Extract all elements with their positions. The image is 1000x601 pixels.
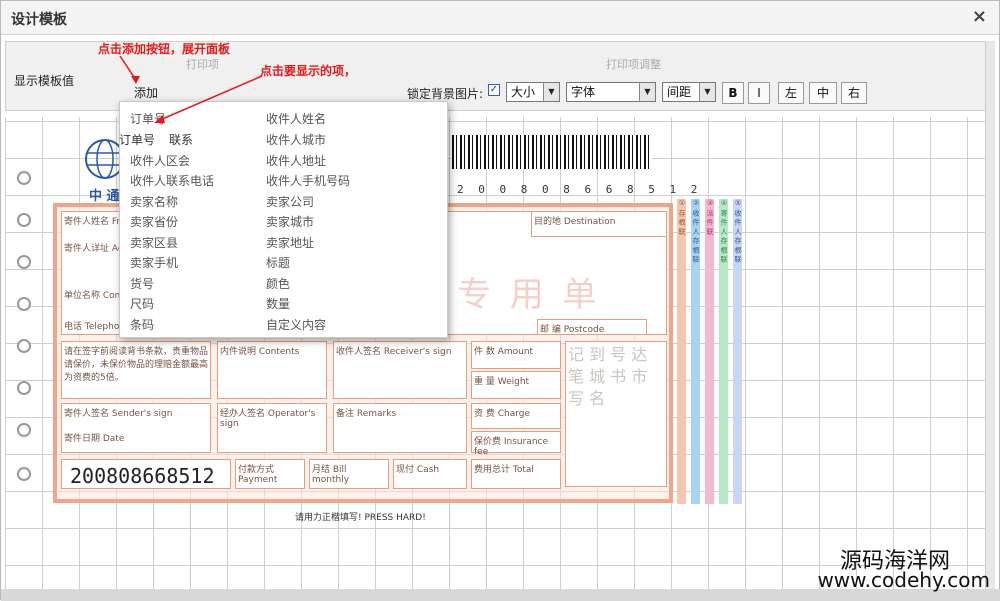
notice-box: 请在签字前阅读背书条款，贵重物品请保价，未保价物品的理赔金额最高为资费的5倍。 [61, 341, 211, 399]
punch-hole [17, 213, 31, 227]
panel-item[interactable]: 卖家省份 [130, 213, 178, 230]
tracking-number: 200808668512 [61, 459, 231, 489]
payment-label: 付款方式 Payment [235, 459, 305, 489]
punch-hole [17, 467, 31, 481]
press-hard-note: 请用力正楷填写! PRESS HARD! [295, 513, 426, 523]
insurance-label: 保价费 Insurance fee [471, 431, 561, 457]
panel-item[interactable]: 标题 [266, 254, 290, 271]
panel-item[interactable]: 尺码 [130, 295, 154, 312]
annotation-arrows [119, 55, 263, 123]
watermark-url: www.codehy.com [817, 568, 990, 592]
panel-item[interactable]: 条码 [130, 316, 154, 333]
copy-stripe-label: ② 收 件 人 存 根 联 [692, 199, 700, 263]
panel-item[interactable]: 货号 [130, 275, 154, 292]
copy-stripe: ③ 派 件 联 [705, 199, 714, 504]
date-label: 寄件日期 Date [64, 434, 125, 444]
receiver-postcode-label: 邮 编 Postcode [537, 319, 647, 335]
total-label: 费用总计 Total [471, 459, 561, 489]
copy-stripe-label: ① 存 根 联 [678, 199, 686, 235]
contents-label: 内件说明 Contents [217, 341, 327, 399]
sender-sign-text: 寄件人签名 Sender's sign [64, 409, 173, 419]
cash-label: 现付 Cash [393, 459, 467, 489]
amount-label: 件 数 Amount [471, 341, 561, 369]
panel-item[interactable]: 自定义内容 [266, 316, 326, 333]
copy-stripe-label: ④ 寄 件 人 存 根 联 [720, 199, 728, 263]
handwriting-area: 记 到 号 达 笔 城 书 市 写 名 [565, 341, 667, 487]
sender-sign-label: 寄件人签名 Sender's sign 寄件日期 Date [61, 403, 211, 453]
charge-label: 资 费 Charge [471, 403, 561, 429]
destination-label: 目的地 Destination [531, 211, 667, 237]
punch-hole [17, 339, 31, 353]
punch-hole [17, 297, 31, 311]
panel-item[interactable]: 数量 [266, 295, 290, 312]
panel-item[interactable]: 卖家城市 [266, 213, 314, 230]
panel-item[interactable]: 卖家区县 [130, 234, 178, 251]
monthly-label: 月结 Bill monthly [309, 459, 389, 489]
panel-item[interactable]: 颜色 [266, 275, 290, 292]
copy-stripe-label: ⑤ 收 件 人 存 根 联 [734, 199, 742, 263]
copy-stripe: ② 收 件 人 存 根 联 [691, 199, 700, 504]
copy-stripe: ④ 寄 件 人 存 根 联 [719, 199, 728, 504]
punch-hole [17, 423, 31, 437]
stamp-text: 专 用 单 [457, 275, 601, 315]
punch-hole [17, 381, 31, 395]
copy-stripe-label: ③ 派 件 联 [706, 199, 714, 235]
operator-sign-label: 经办人签名 Operator's sign [217, 403, 327, 453]
panel-item[interactable]: 卖家地址 [266, 234, 314, 251]
remarks-label: 备注 Remarks [333, 403, 467, 453]
punch-hole [17, 255, 31, 269]
copy-stripe: ① 存 根 联 [677, 199, 686, 504]
copy-stripe: ⑤ 收 件 人 存 根 联 [733, 199, 742, 504]
weight-label: 重 量 Weight [471, 371, 561, 399]
receiver-sign-label: 收件人签名 Receiver's sign [333, 341, 467, 399]
panel-item[interactable]: 卖家手机 [130, 254, 178, 271]
